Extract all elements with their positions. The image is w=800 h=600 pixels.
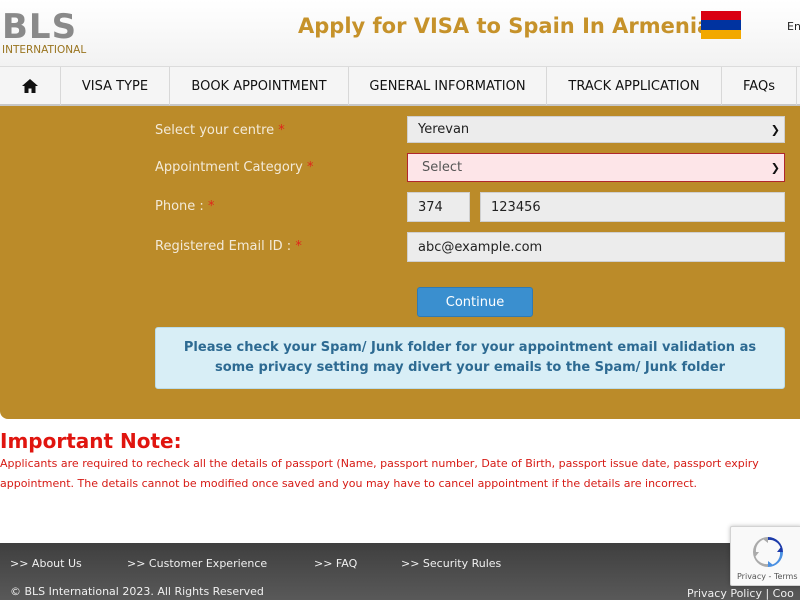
site-header: BLS INTERNATIONAL Apply for VISA to Spai… bbox=[0, 0, 800, 66]
email-label-text: Registered Email ID : bbox=[155, 239, 292, 254]
important-note-title: Important Note: bbox=[0, 429, 182, 453]
spam-info-alert: Please check your Spam/ Junk folder for … bbox=[155, 327, 785, 389]
note-line-1: Applicants are required to recheck all t… bbox=[0, 457, 759, 470]
logo-wordmark: BLS bbox=[2, 7, 78, 47]
note-line-2: appointment. The details cannot be modif… bbox=[0, 477, 698, 490]
centre-select[interactable]: Yerevan ❯ bbox=[407, 116, 785, 143]
chevron-down-icon: ❯ bbox=[770, 123, 780, 136]
armenia-flag-icon bbox=[701, 11, 741, 39]
email-value: abc@example.com bbox=[418, 239, 543, 255]
flag-stripe-red bbox=[701, 11, 741, 21]
email-input[interactable]: abc@example.com bbox=[407, 232, 785, 262]
category-label-text: Appointment Category bbox=[155, 160, 303, 175]
required-mark: * bbox=[306, 160, 314, 175]
logo-subtitle: INTERNATIONAL bbox=[2, 44, 87, 56]
important-note-body: Applicants are required to recheck all t… bbox=[0, 454, 800, 494]
spam-info-text: Please check your Spam/ Junk folder for … bbox=[183, 340, 757, 375]
footer-link-customer-experience[interactable]: >> Customer Experience bbox=[127, 557, 267, 570]
centre-label: Select your centre * bbox=[155, 123, 285, 138]
required-mark: * bbox=[207, 199, 215, 214]
home-icon bbox=[22, 79, 38, 93]
privacy-policy-link[interactable]: Privacy Policy | Coo bbox=[687, 587, 794, 600]
nav-book-appointment[interactable]: BOOK APPOINTMENT bbox=[170, 67, 349, 105]
phone-label-text: Phone : bbox=[155, 199, 204, 214]
nav-faqs[interactable]: FAQs bbox=[722, 67, 797, 105]
copyright-text: © BLS International 2023. All Rights Res… bbox=[10, 585, 264, 598]
phone-code-value: 374 bbox=[418, 199, 443, 215]
appointment-category-select[interactable]: Select ❯ bbox=[407, 153, 785, 182]
nav-general-information[interactable]: GENERAL INFORMATION bbox=[349, 67, 547, 105]
nav-visa-type[interactable]: VISA TYPE bbox=[61, 67, 170, 105]
chevron-down-icon: ❯ bbox=[770, 161, 780, 174]
footer-link-about-us[interactable]: >> About Us bbox=[10, 557, 82, 570]
centre-select-value: Yerevan bbox=[418, 122, 470, 137]
phone-label: Phone : * bbox=[155, 199, 214, 214]
centre-label-text: Select your centre bbox=[155, 123, 275, 138]
category-select-value: Select bbox=[422, 160, 463, 175]
continue-button[interactable]: Continue bbox=[417, 287, 533, 317]
page-title: Apply for VISA to Spain In Armenia bbox=[298, 14, 712, 38]
recaptcha-icon bbox=[753, 537, 783, 567]
recaptcha-badge[interactable]: Privacy - Terms bbox=[730, 526, 800, 586]
phone-number-input[interactable]: 123456 bbox=[480, 192, 785, 222]
site-footer: >> About Us >> Customer Experience >> FA… bbox=[0, 543, 800, 600]
phone-code-input[interactable]: 374 bbox=[407, 192, 470, 222]
nav-track-application[interactable]: TRACK APPLICATION bbox=[547, 67, 722, 105]
category-label: Appointment Category * bbox=[155, 160, 313, 175]
flag-stripe-orange bbox=[701, 29, 741, 39]
required-mark: * bbox=[278, 123, 285, 138]
bls-logo[interactable]: BLS INTERNATIONAL bbox=[2, 8, 86, 56]
footer-link-security-rules[interactable]: >> Security Rules bbox=[401, 557, 501, 570]
main-nav: VISA TYPE BOOK APPOINTMENT GENERAL INFOR… bbox=[0, 66, 800, 106]
nav-home[interactable] bbox=[0, 67, 61, 105]
phone-number-value: 123456 bbox=[491, 199, 541, 215]
footer-link-faq[interactable]: >> FAQ bbox=[314, 557, 357, 570]
required-mark: * bbox=[295, 239, 302, 254]
flag-stripe-blue bbox=[701, 20, 741, 30]
language-selector[interactable]: En bbox=[787, 20, 800, 33]
recaptcha-terms[interactable]: Privacy - Terms bbox=[737, 572, 798, 581]
email-label: Registered Email ID : * bbox=[155, 239, 302, 254]
